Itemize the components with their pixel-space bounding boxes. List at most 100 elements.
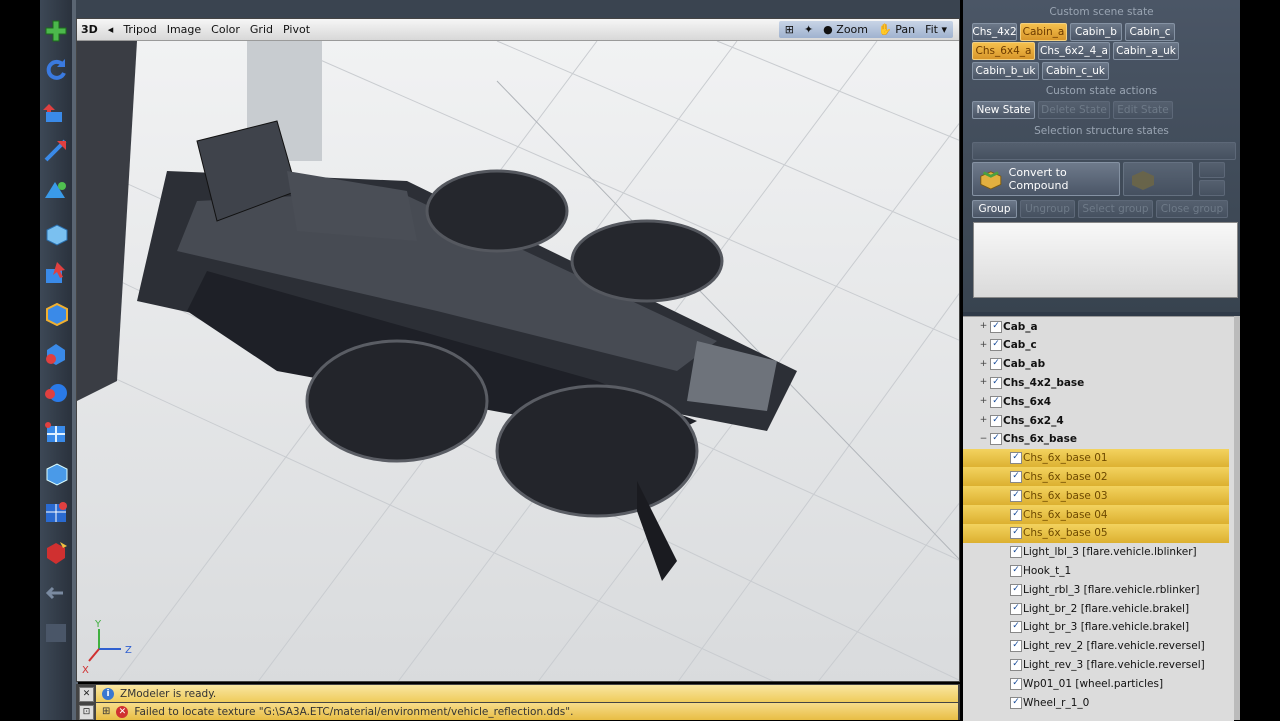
tree-checkbox[interactable]: ✓ xyxy=(1010,470,1022,483)
tree-row[interactable]: ✓ Chs_6x_base 04 xyxy=(963,505,1229,524)
tree-row[interactable]: ✓ Wheel_r_1_0 xyxy=(963,693,1229,712)
state-cabin-a-button[interactable]: Cabin_a xyxy=(1020,23,1067,41)
tree-checkbox[interactable]: ✓ xyxy=(990,376,1002,389)
tree-expander-icon[interactable]: + xyxy=(979,359,988,369)
tree-row[interactable]: − ✓ Chs_6x_base xyxy=(963,430,1229,449)
slice-icon[interactable] xyxy=(42,418,70,448)
cube-solid-icon[interactable] xyxy=(42,458,70,488)
material-icon[interactable] xyxy=(42,378,70,408)
menu-grid[interactable]: Grid xyxy=(250,23,273,36)
menu-tripod[interactable]: Tripod xyxy=(123,23,156,36)
state-cabin-c-uk-button[interactable]: Cabin_c_uk xyxy=(1042,62,1109,80)
tree-row[interactable]: ✓ Hook_t_1 xyxy=(963,561,1229,580)
tree-row[interactable]: ✓ Wp01_01 [wheel.particles] xyxy=(963,674,1229,693)
tree-row[interactable]: + ✓ Cab_a xyxy=(963,317,1229,336)
tree-checkbox[interactable]: ✓ xyxy=(1010,546,1022,559)
state-chs-4x2-button[interactable]: Chs_4x2 xyxy=(972,23,1017,41)
explode-button[interactable] xyxy=(1123,162,1193,196)
state-cabin-a-uk-button[interactable]: Cabin_a_uk xyxy=(1113,42,1179,60)
tree-row[interactable]: + ✓ Chs_4x2_base xyxy=(963,373,1229,392)
tree-row[interactable]: ✓ Light_br_2 [flare.vehicle.brakel] xyxy=(963,599,1229,618)
paint-icon[interactable] xyxy=(42,538,70,568)
small-option-button-2[interactable] xyxy=(1199,180,1225,196)
transform-icon[interactable] xyxy=(42,176,70,206)
tree-checkbox[interactable]: ✓ xyxy=(990,358,1002,371)
close-group-button[interactable]: Close group xyxy=(1156,200,1228,218)
pan-button[interactable]: ✋ Pan xyxy=(878,23,915,36)
edit-state-button[interactable]: Edit State xyxy=(1113,101,1173,119)
fit-button[interactable]: Fit ▾ xyxy=(925,23,947,36)
move-icon[interactable] xyxy=(42,98,70,128)
menu-color[interactable]: Color xyxy=(211,23,240,36)
scale-icon[interactable] xyxy=(42,136,70,166)
tree-checkbox[interactable]: ✓ xyxy=(1010,564,1022,577)
tree-checkbox[interactable]: ✓ xyxy=(1010,640,1022,653)
convert-to-compound-button[interactable]: Convert to Compound xyxy=(972,162,1120,196)
select-group-button[interactable]: Select group xyxy=(1078,200,1153,218)
tree-row[interactable]: + ✓ Cab_ab xyxy=(963,355,1229,374)
arrow-icon[interactable] xyxy=(42,578,70,608)
state-chs-6x4-a-button[interactable]: Chs_6x4_a xyxy=(972,42,1035,60)
tree-row[interactable]: ✓ Light_br_3 [flare.vehicle.brakel] xyxy=(963,618,1229,637)
tree-checkbox[interactable]: ✓ xyxy=(1010,508,1022,521)
delete-state-button[interactable]: Delete State xyxy=(1038,101,1110,119)
state-cabin-b-button[interactable]: Cabin_b xyxy=(1070,23,1122,41)
menu-pivot[interactable]: Pivot xyxy=(283,23,310,36)
tree-expander-icon[interactable]: + xyxy=(979,340,988,350)
cube-icon[interactable] xyxy=(42,298,70,328)
tree-row[interactable]: ✓ Light_rbl_3 [flare.vehicle.rblinker] xyxy=(963,580,1229,599)
tree-row[interactable]: ✓ Chs_6x_base 01 xyxy=(963,448,1229,468)
tree-checkbox[interactable]: ✓ xyxy=(1010,583,1022,596)
add-icon[interactable] xyxy=(42,16,70,46)
state-chs-6x2-4-a-button[interactable]: Chs_6x2_4_a xyxy=(1038,42,1110,60)
expand-icon[interactable]: ⊞ xyxy=(102,706,110,717)
zoom-button[interactable]: ● Zoom xyxy=(823,23,868,36)
sphere-icon[interactable] xyxy=(42,338,70,368)
tree-checkbox[interactable]: ✓ xyxy=(1010,452,1022,465)
tree-checkbox[interactable]: ✓ xyxy=(1010,677,1022,690)
tree-row[interactable]: ✓ Light_rev_3 [flare.vehicle.reversel] xyxy=(963,655,1229,674)
new-state-button[interactable]: New State xyxy=(972,101,1035,119)
tree-checkbox[interactable]: ✓ xyxy=(1010,489,1022,502)
tree-expander-icon[interactable]: + xyxy=(979,378,988,387)
status-close-icon[interactable]: ✕ xyxy=(79,687,94,702)
tree-checkbox[interactable]: ✓ xyxy=(990,433,1002,446)
tree-checkbox[interactable]: ✓ xyxy=(1010,527,1022,540)
tree-row[interactable]: + ✓ Cab_c xyxy=(963,336,1229,355)
tree-checkbox[interactable]: ✓ xyxy=(990,395,1002,408)
box-icon[interactable] xyxy=(42,218,70,248)
select-icon[interactable] xyxy=(42,258,70,288)
tree-checkbox[interactable]: ✓ xyxy=(990,339,1002,352)
tree-checkbox[interactable]: ✓ xyxy=(1010,602,1022,615)
tree-row[interactable]: ✓ Light_lbl_3 [flare.vehicle.lblinker] xyxy=(963,543,1229,562)
small-option-button-1[interactable] xyxy=(1199,162,1225,178)
group-button[interactable]: Group xyxy=(972,200,1017,218)
state-cabin-c-button[interactable]: Cabin_c xyxy=(1125,23,1175,41)
viewport-mode[interactable]: 3D xyxy=(81,23,98,36)
tree-expander-icon[interactable]: + xyxy=(979,322,988,331)
menu-image[interactable]: Image xyxy=(167,23,201,36)
light-icon[interactable]: ✦ xyxy=(804,23,813,36)
blank-tool-icon[interactable] xyxy=(42,618,70,648)
uv-icon[interactable] xyxy=(42,498,70,528)
snap-icon[interactable]: ⊞ xyxy=(785,23,794,36)
tree-row[interactable]: ✓ Chs_6x_base 03 xyxy=(963,486,1229,506)
scene-canvas[interactable]: Y Z X xyxy=(77,41,960,682)
tree-checkbox[interactable]: ✓ xyxy=(990,414,1002,427)
back-arrow-icon[interactable]: ◂ xyxy=(108,23,114,36)
tree-row[interactable]: ✓ Light_rev_2 [flare.vehicle.reversel] xyxy=(963,637,1229,656)
rotate-icon[interactable] xyxy=(42,54,70,84)
tree-row[interactable]: ✓ Chs_6x_base 02 xyxy=(963,467,1229,487)
tree-row[interactable]: + ✓ Chs_6x4 xyxy=(963,392,1229,411)
tree-checkbox[interactable]: ✓ xyxy=(990,320,1002,333)
state-cabin-b-uk-button[interactable]: Cabin_b_uk xyxy=(972,62,1039,80)
tree-checkbox[interactable]: ✓ xyxy=(1010,658,1022,671)
scene-tree[interactable]: + ✓ Cab_a + ✓ Cab_c + ✓ Cab_ab + ✓ Chs_4x2_base + ✓ Ch… xyxy=(963,316,1234,721)
tree-checkbox[interactable]: ✓ xyxy=(1010,696,1022,709)
tree-row[interactable]: ✓ Chs_6x_base 05 xyxy=(963,523,1229,543)
tree-expander-icon[interactable]: + xyxy=(979,416,988,425)
viewport[interactable]: 3D ◂ Tripod Image Color Grid Pivot ⊞ ✦ ●… xyxy=(76,18,960,682)
tree-checkbox[interactable]: ✓ xyxy=(1010,621,1022,634)
tree-expander-icon[interactable]: − xyxy=(979,434,988,444)
status-pin-icon[interactable]: ⊡ xyxy=(79,705,94,720)
